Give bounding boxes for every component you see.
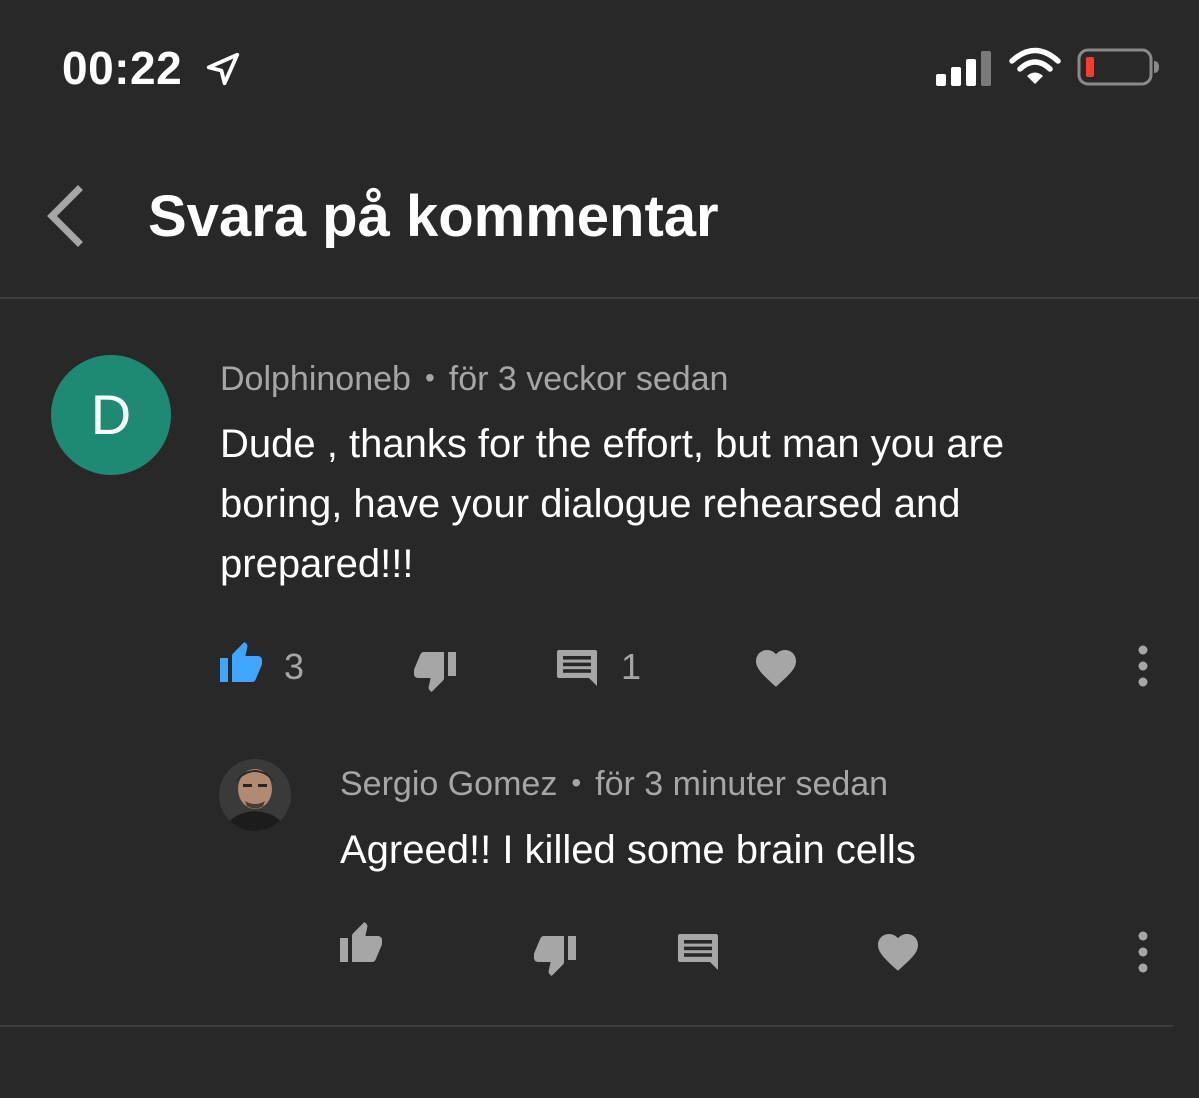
avatar-letter: D bbox=[90, 383, 132, 446]
reply-comment-icon[interactable] bbox=[676, 928, 724, 976]
thumbs-up-icon[interactable] bbox=[218, 640, 266, 688]
avatar[interactable]: D bbox=[51, 355, 171, 475]
wifi-icon bbox=[1009, 47, 1061, 84]
comment-author[interactable]: Dolphinoneb bbox=[220, 360, 411, 398]
thumbs-down-icon[interactable] bbox=[410, 646, 458, 694]
back-chevron-icon[interactable] bbox=[40, 184, 90, 248]
comment-text: Dude , thanks for the effort, but man yo… bbox=[220, 422, 1005, 586]
comment-time: för 3 veckor sedan bbox=[448, 360, 729, 398]
heart-icon[interactable] bbox=[752, 644, 800, 692]
reply-time: för 3 minuter sedan bbox=[595, 765, 889, 803]
header-divider bbox=[0, 297, 1199, 299]
page-title: Svara på kommentar bbox=[148, 184, 719, 249]
cell-signal-icon bbox=[936, 51, 991, 86]
reply-avatar[interactable] bbox=[219, 759, 291, 831]
more-options-icon[interactable] bbox=[1128, 642, 1158, 690]
location-arrow-icon bbox=[206, 52, 240, 86]
reply-meta: Sergio Gomez • för 3 minuter sedan bbox=[340, 762, 888, 808]
thumbs-up-icon[interactable] bbox=[338, 920, 386, 968]
reply-text: Agreed!! I killed some brain cells bbox=[340, 828, 916, 872]
reply-comment-icon[interactable] bbox=[555, 644, 603, 692]
battery-low-icon bbox=[1077, 48, 1159, 86]
comment-meta: Dolphinoneb • för 3 veckor sedan bbox=[220, 357, 728, 403]
meta-separator: • bbox=[424, 362, 435, 394]
meta-separator: • bbox=[571, 767, 582, 799]
profile-photo-icon bbox=[219, 759, 291, 831]
bottom-divider bbox=[0, 1025, 1173, 1027]
like-count: 3 bbox=[284, 646, 305, 687]
status-time: 00:22 bbox=[62, 42, 183, 94]
reply-author[interactable]: Sergio Gomez bbox=[340, 765, 557, 803]
reply-count: 1 bbox=[621, 646, 642, 687]
thumbs-down-icon[interactable] bbox=[530, 930, 578, 978]
heart-icon[interactable] bbox=[874, 928, 922, 976]
more-options-icon[interactable] bbox=[1128, 928, 1158, 976]
